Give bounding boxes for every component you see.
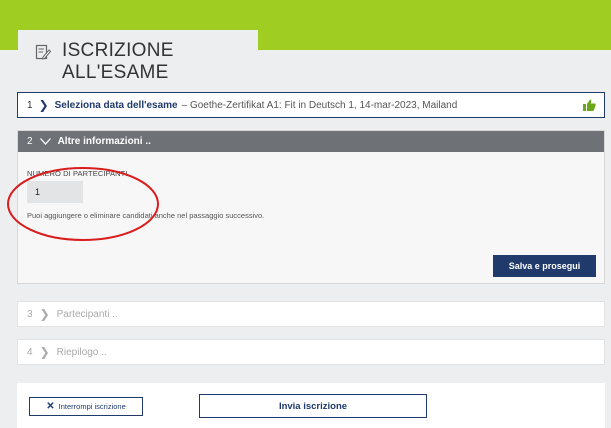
step-number: 1 (27, 99, 33, 111)
step-summary[interactable]: 4 ❯ Riepilogo .. (17, 339, 605, 365)
step-label: Altre informazioni .. (57, 136, 151, 147)
step-number: 2 (27, 136, 33, 147)
step-detail: – Goethe-Zertifikat A1: Fit in Deutsch 1… (181, 99, 458, 111)
chevron-right-icon: ❯ (39, 345, 50, 359)
step-label: Partecipanti .. (56, 308, 118, 320)
save-continue-button[interactable]: Salva e prosegui (493, 255, 596, 277)
chevron-right-icon: ❯ (38, 98, 49, 112)
edit-document-icon (35, 44, 51, 60)
participants-label: NUMERO DI PARTECIPANTI (27, 169, 128, 178)
abort-label: Interrompi iscrizione (58, 402, 126, 411)
close-icon: ✕ (46, 401, 55, 412)
thumbs-up-icon (583, 99, 596, 111)
step-participants[interactable]: 3 ❯ Partecipanti .. (17, 301, 605, 327)
participants-hint: Puoi aggiungere o eliminare candidati an… (27, 211, 265, 220)
submit-registration-button[interactable]: Invia iscrizione (199, 394, 427, 418)
participants-input[interactable] (27, 181, 83, 203)
footer-actions: ✕ Interrompi iscrizione Invia iscrizione (17, 383, 605, 428)
page-header: ISCRIZIONE ALL'ESAME (18, 30, 258, 83)
step-other-info: 2 Altre informazioni .. NUMERO DI PARTEC… (17, 130, 605, 284)
chevron-down-icon (39, 138, 51, 145)
step-number: 3 (27, 308, 33, 320)
abort-registration-button[interactable]: ✕ Interrompi iscrizione (29, 397, 143, 416)
step-label: Seleziona data dell'esame (54, 99, 178, 111)
step-header[interactable]: 2 Altre informazioni .. (18, 131, 604, 152)
step-number: 4 (27, 346, 33, 358)
step-label: Riepilogo .. (56, 346, 107, 358)
step-select-date[interactable]: 1 ❯ Seleziona data dell'esame – Goethe-Z… (17, 92, 605, 118)
chevron-right-icon: ❯ (39, 307, 50, 321)
page-title: ISCRIZIONE ALL'ESAME (62, 40, 174, 83)
